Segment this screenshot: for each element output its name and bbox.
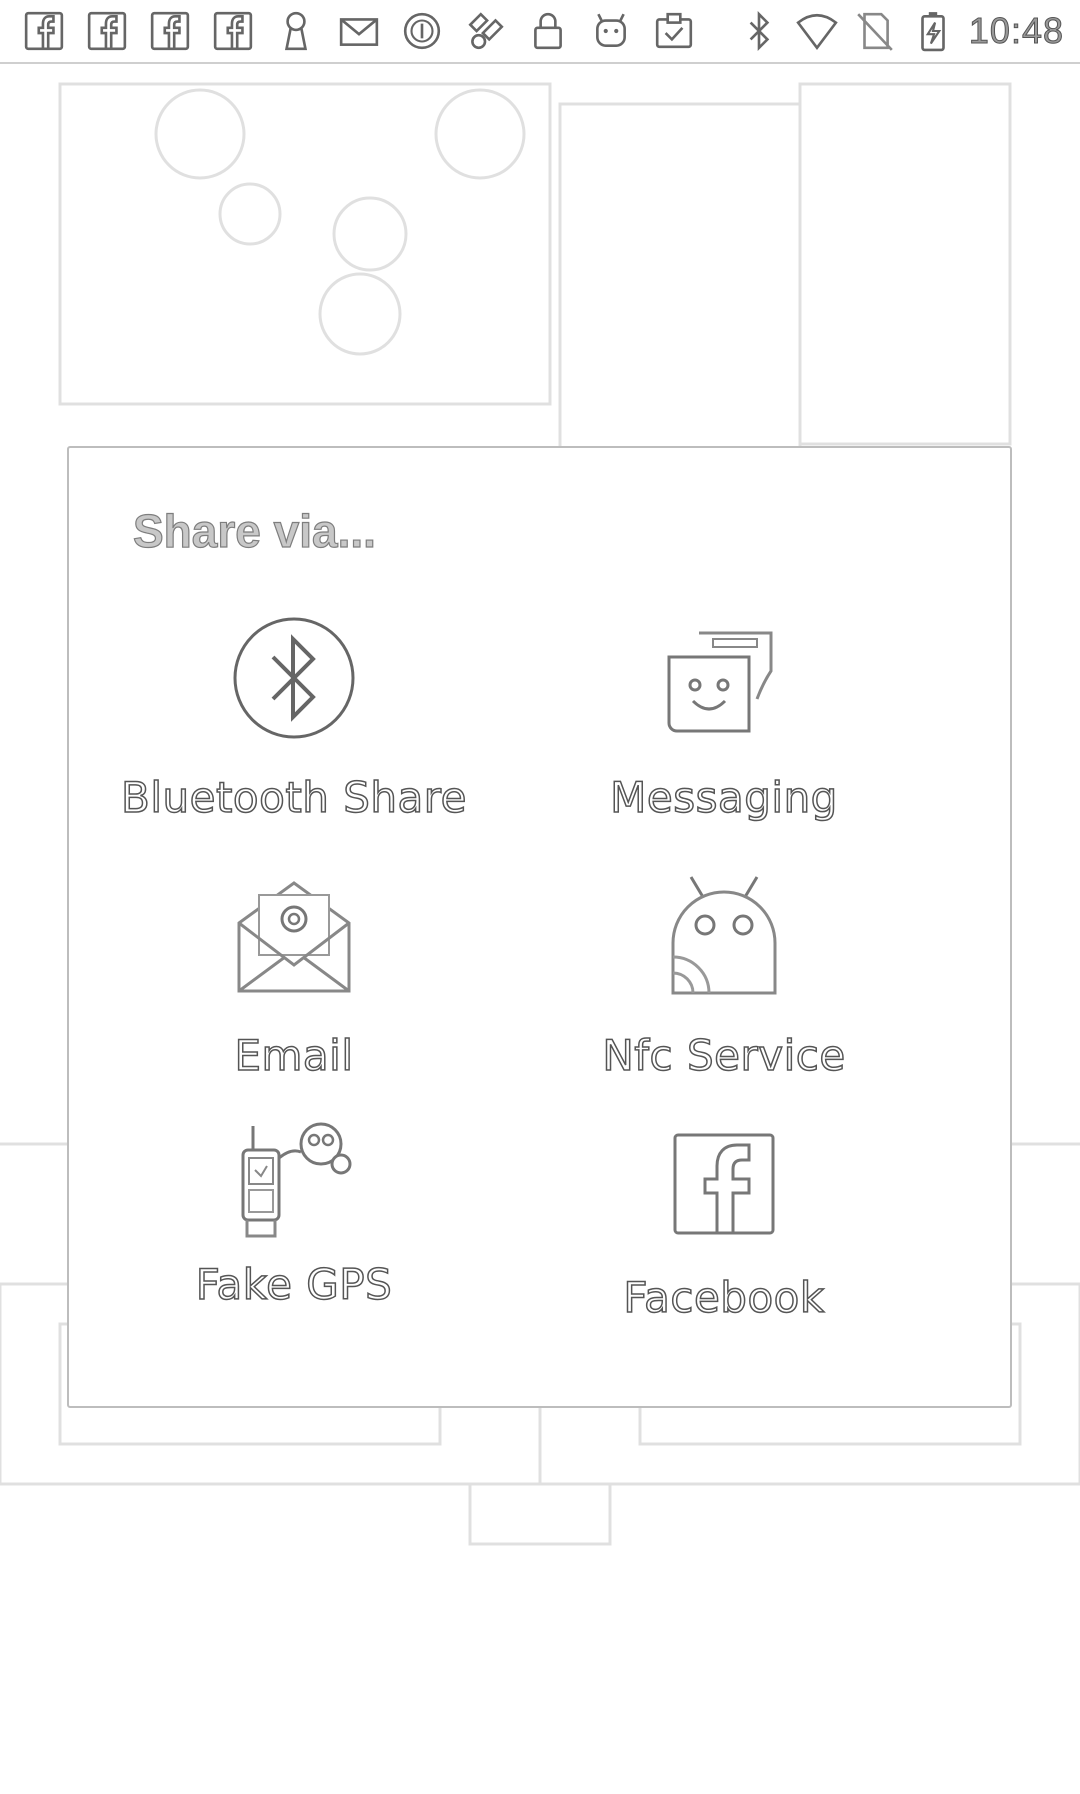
facebook-icon	[148, 9, 192, 53]
fake-gps-app-icon	[229, 1118, 359, 1248]
share-option-bluetooth[interactable]: Bluetooth Share	[79, 613, 509, 843]
share-option-label: Nfc Service	[602, 1030, 846, 1081]
facebook-app-icon	[669, 1131, 779, 1241]
share-option-label: Email	[234, 1030, 354, 1081]
keyhole-icon	[274, 9, 318, 53]
lock-icon	[526, 9, 570, 53]
facebook-icon	[85, 9, 129, 53]
dialog-title: Share via...	[132, 504, 376, 557]
share-option-facebook[interactable]: Facebook	[509, 1131, 939, 1361]
battery-charging-icon	[911, 9, 955, 53]
share-option-label: Fake GPS	[195, 1259, 393, 1310]
facebook-icon	[22, 9, 66, 53]
screen: 10:48 Share via... Bluetooth Share Messa…	[0, 0, 1080, 1794]
wifi-icon	[795, 9, 839, 53]
share-option-email[interactable]: Email	[79, 873, 509, 1103]
share-option-label: Bluetooth Share	[120, 772, 467, 823]
share-option-label: Facebook	[623, 1272, 825, 1323]
share-dialog: Share via... Bluetooth Share Messaging E…	[67, 446, 1012, 1408]
notification-icons	[22, 8, 715, 54]
status-bar: 10:48	[0, 0, 1080, 64]
email-icon	[229, 873, 359, 1003]
share-option-label: Messaging	[609, 772, 838, 823]
android-icon	[589, 9, 633, 53]
nfc-service-icon	[659, 873, 789, 1003]
fake-gps-icon	[463, 9, 507, 53]
no-sim-icon	[853, 9, 897, 53]
bluetooth-icon	[737, 9, 781, 53]
facebook-icon	[211, 9, 255, 53]
share-option-nfc-service[interactable]: Nfc Service	[509, 873, 939, 1103]
bluetooth-share-icon	[229, 613, 359, 743]
messaging-icon	[659, 613, 789, 743]
clock: 10:48	[968, 10, 1064, 52]
system-icons: 10:48	[737, 8, 1064, 54]
share-option-messaging[interactable]: Messaging	[509, 613, 939, 843]
coin-icon	[400, 9, 444, 53]
mail-icon	[337, 9, 381, 53]
clipboard-check-icon	[652, 9, 696, 53]
share-option-fake-gps[interactable]: Fake GPS	[79, 1118, 509, 1348]
